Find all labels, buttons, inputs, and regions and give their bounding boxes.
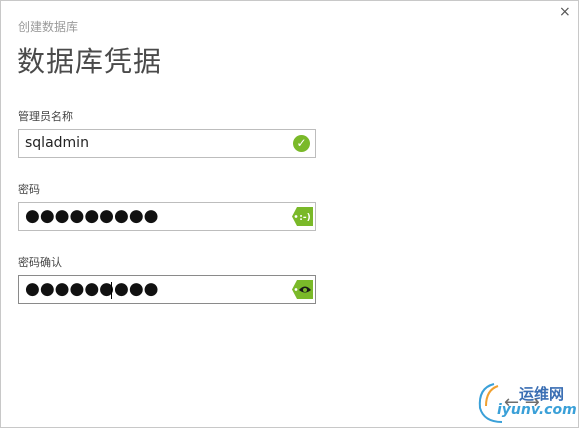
close-icon[interactable]: × xyxy=(559,4,571,20)
password-field[interactable]: ●●●●●●●●● :-) xyxy=(18,202,316,231)
check-circle-icon: ✓ xyxy=(293,135,310,152)
admin-name-label: 管理员名称 xyxy=(18,110,73,123)
password-confirm-value: ●●●●●●●●● xyxy=(25,279,159,299)
page-title: 数据库凭据 xyxy=(17,45,163,78)
password-confirm-label: 密码确认 xyxy=(18,256,62,269)
watermark-domain: iyunv.com xyxy=(497,402,577,418)
admin-name-field[interactable]: sqladmin ✓ xyxy=(18,129,316,158)
svg-text::-): :-) xyxy=(299,213,310,223)
password-value: ●●●●●●●●● xyxy=(25,206,159,226)
admin-name-value: sqladmin xyxy=(25,135,89,151)
password-confirm-field[interactable]: ●●●●●●●●● xyxy=(18,275,316,304)
password-strength-icon: :-) xyxy=(292,206,314,227)
text-caret xyxy=(111,282,112,299)
reveal-password-icon[interactable] xyxy=(292,279,314,300)
password-label: 密码 xyxy=(18,183,40,196)
breadcrumb: 创建数据库 xyxy=(18,20,79,34)
